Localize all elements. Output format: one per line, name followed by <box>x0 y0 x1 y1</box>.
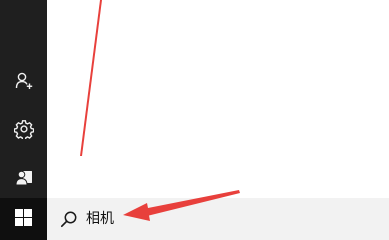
taskbar-search-box[interactable]: 相机 <box>47 198 389 240</box>
search-icon <box>60 210 78 228</box>
search-query-text[interactable]: 相机 <box>86 209 114 229</box>
add-account-button[interactable] <box>0 61 47 101</box>
user-add-icon <box>14 71 34 91</box>
start-button[interactable] <box>0 198 47 240</box>
gear-icon <box>13 119 34 139</box>
start-menu-screen: 相机 <box>0 0 389 240</box>
search-results-pane <box>47 0 389 198</box>
windows-logo-icon <box>15 208 32 230</box>
contacts-button[interactable] <box>0 157 47 197</box>
settings-button[interactable] <box>0 109 47 149</box>
contact-card-icon <box>14 167 34 187</box>
